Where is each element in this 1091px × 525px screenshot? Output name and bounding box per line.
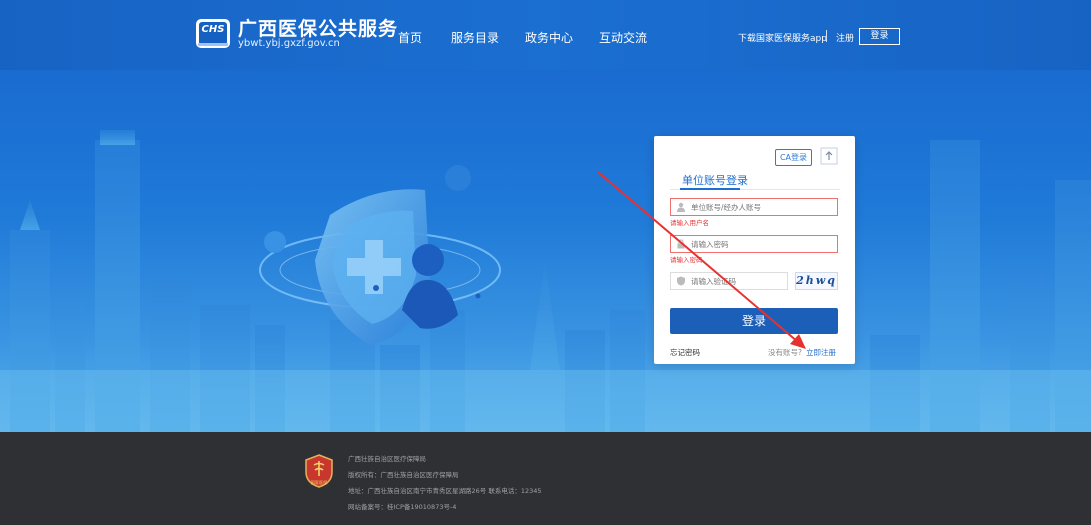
password-input[interactable] [691,237,831,251]
captcha-field[interactable] [670,272,788,290]
city-skyline-illustration [0,130,1091,432]
username-error: 请输入用户名 [670,219,709,227]
footer-org-name: 广西壮族自治区医疗保障局 [348,455,426,463]
site-header: CHS 广西医保公共服务 ybwt.ybj.gxzf.gov.cn 首页 服务目… [0,0,1091,70]
user-icon [677,202,685,212]
captcha-input[interactable] [691,274,781,288]
login-submit-button[interactable]: 登录 [670,308,838,334]
footer-icp[interactable]: 网站备案号：桂ICP备19010873号-4 [348,501,456,511]
login-panel: CA登录 单位账号登录 请输入用户名 请输入密码 2hwq 登录 忘记密码 没有… [654,136,855,364]
hero-banner [0,70,1091,432]
nav-government-center[interactable]: 政务中心 [525,29,573,46]
header-separator [826,30,827,42]
no-account-text: 没有账号? [768,348,802,357]
password-field[interactable] [670,235,838,253]
site-url: ybwt.ybj.gxzf.gov.cn [238,38,340,49]
captcha-image[interactable]: 2hwq [795,272,838,290]
password-error: 请输入密码 [670,256,703,264]
tab-unit-account-login[interactable]: 单位账号登录 [682,172,748,188]
forgot-password-link[interactable]: 忘记密码 [670,347,700,358]
register-now-link[interactable]: 立即注册 [806,347,836,358]
medical-insurance-emblem-icon: 国家医保 [305,454,333,488]
footer-address: 地址：广西壮族自治区南宁市青秀区星湖路26号 联系电话：12345 [348,487,542,495]
nav-interaction[interactable]: 互动交流 [599,29,647,46]
site-title[interactable]: 广西医保公共服务 [238,14,398,41]
header-login-button[interactable]: 登录 [859,28,900,45]
logo-text: CHS [199,22,227,45]
lock-icon [677,239,685,249]
username-field[interactable] [670,198,838,216]
active-tab-indicator [680,188,740,190]
qr-switch-icon[interactable] [819,146,839,166]
footer-copyright: 版权所有：广西壮族自治区医疗保障局 [348,471,459,479]
nav-home[interactable]: 首页 [398,29,422,46]
username-input[interactable] [691,200,831,214]
app-download-link[interactable]: 下载国家医保服务app [738,31,827,44]
header-register-link[interactable]: 注册 [836,31,854,44]
ca-login-button[interactable]: CA登录 [775,149,812,166]
chs-logo-icon[interactable]: CHS [196,19,230,48]
emblem-label: 国家医保 [311,479,329,486]
nav-service-catalog[interactable]: 服务目录 [451,29,499,46]
site-footer: 国家医保 广西壮族自治区医疗保障局 版权所有：广西壮族自治区医疗保障局 地址：广… [0,432,1091,525]
shield-icon [677,276,685,286]
